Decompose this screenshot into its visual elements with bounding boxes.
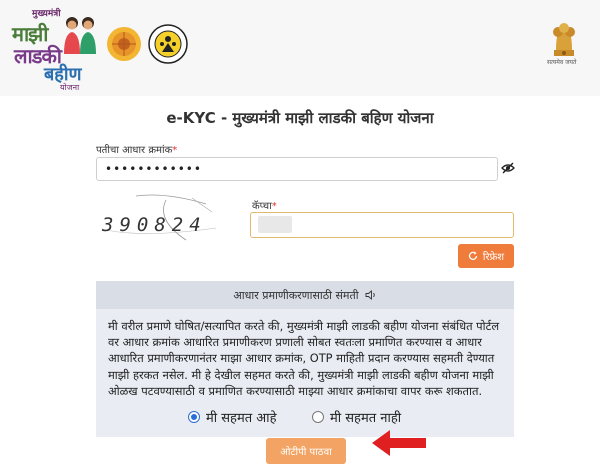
logo-text-line1: मुख्यमंत्री [32, 9, 61, 19]
consent-heading-text: आधार प्रमाणीकरणासाठी संमती [233, 288, 359, 302]
aadhar-label-text: पतीचा आधार क्रमांक [96, 145, 173, 156]
ladki-bahin-logo: मुख्यमंत्री माझी लाडकी बहीण योजना [10, 6, 98, 92]
refresh-icon [468, 251, 478, 260]
women-illustration-icon [64, 17, 96, 54]
aadhar-input[interactable]: •••••••••••• [96, 157, 498, 181]
eye-slash-icon[interactable] [501, 162, 515, 174]
header: मुख्यमंत्री माझी लाडकी बहीण योजना सत्यमे… [0, 0, 600, 96]
aadhar-label: पतीचा आधार क्रमांक* [96, 142, 177, 156]
send-otp-button[interactable]: ओटीपी पाठवा [266, 438, 346, 464]
logo-text-line5: योजना [60, 83, 80, 92]
captcha-typed-value [258, 216, 292, 233]
captcha-label: कॅप्चा* [252, 198, 277, 212]
consent-text: मी वरील प्रमाणे घोषित/सत्यापित करते की, … [108, 319, 500, 398]
red-arrow-icon [372, 430, 426, 456]
agree-radio[interactable] [188, 411, 200, 423]
required-mark: * [172, 145, 178, 156]
emblem-caption: सत्यमेव जयते [547, 59, 577, 66]
captcha-image: 390824 [96, 190, 222, 246]
agree-label: मी सहमत आहे [206, 411, 277, 426]
captcha-text: 390824 [102, 214, 207, 236]
disagree-label: मी सहमत नाही [330, 411, 402, 426]
maharashtra-seal-icon [107, 27, 141, 61]
refresh-label: रिफ्रेश [482, 252, 505, 263]
speaker-icon[interactable] [365, 290, 377, 300]
disagree-radio[interactable] [312, 411, 324, 423]
captcha-label-text: कॅप्चा [252, 201, 272, 212]
page-title: e-KYC - मुख्यमंत्री माझी लाडकी बहिण योजन… [166, 109, 434, 127]
consent-heading: आधार प्रमाणीकरणासाठी संमती [96, 281, 514, 309]
agree-option[interactable]: मी सहमत आहे [188, 408, 276, 426]
disagree-option[interactable]: मी सहमत नाही [312, 408, 401, 426]
wcd-department-seal-icon [148, 24, 188, 64]
required-mark: * [271, 201, 277, 212]
refresh-button[interactable]: रिफ्रेश [458, 244, 514, 268]
